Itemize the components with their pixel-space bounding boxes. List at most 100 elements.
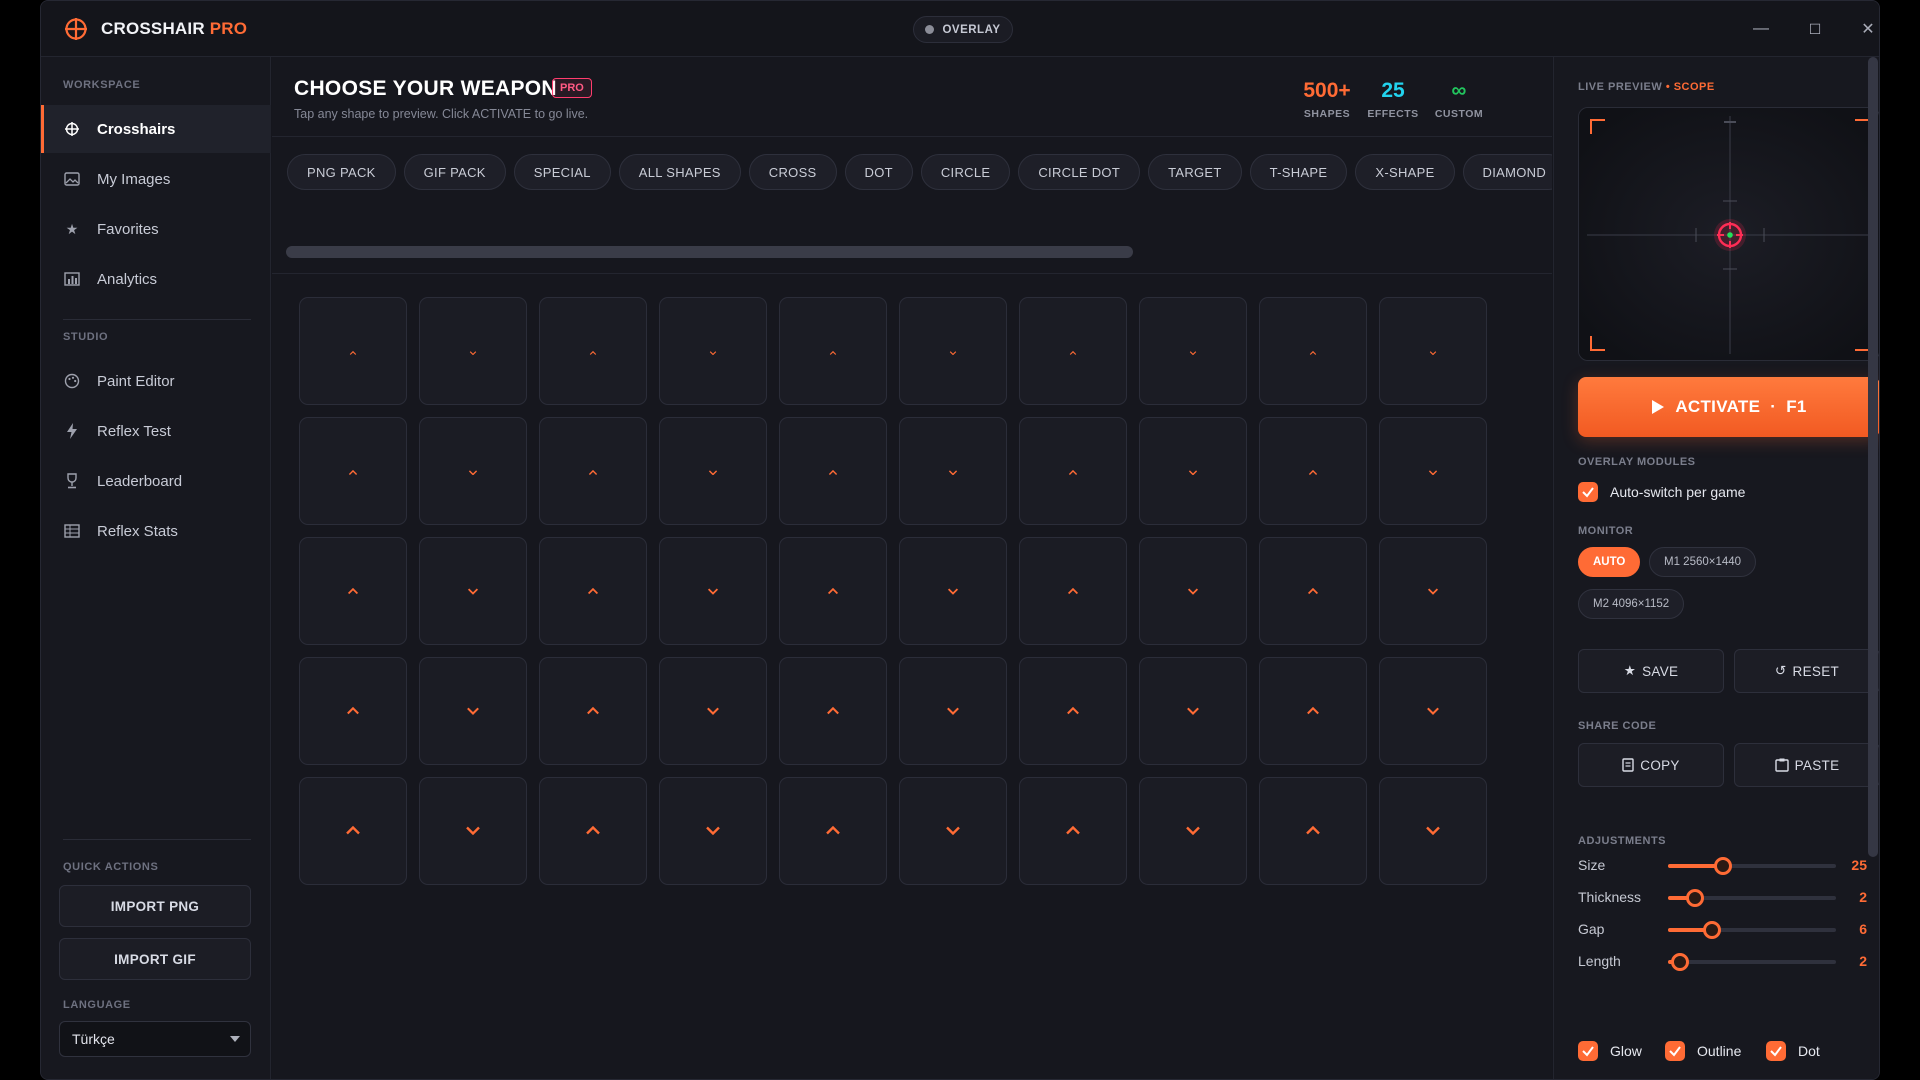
slider-track[interactable] [1668,857,1836,875]
shape-tile[interactable] [1379,417,1487,525]
shape-tile[interactable] [539,297,647,405]
category-tab[interactable]: CIRCLE DOT [1018,154,1141,190]
shape-tile[interactable] [1019,537,1127,645]
sidebar-item-reflex-test[interactable]: Reflex Test [41,407,271,455]
shape-tile[interactable] [659,417,767,525]
toggle-checkbox[interactable] [1766,1041,1786,1061]
category-tab[interactable]: ALL SHAPES [618,154,741,190]
shape-tile[interactable] [659,777,767,885]
activate-button[interactable]: ACTIVATE · F1 [1578,377,1879,437]
paste-button[interactable]: PASTE [1734,743,1879,787]
sidebar-item-leaderboard[interactable]: Leaderboard [41,457,271,505]
shape-tile[interactable] [659,297,767,405]
category-tab[interactable]: DOT [844,154,913,190]
import-png-button[interactable]: IMPORT PNG [59,885,251,927]
shape-tile[interactable] [779,657,887,765]
shape-tile[interactable] [1019,297,1127,405]
close-button[interactable]: ✕ [1854,15,1879,43]
shape-tile[interactable] [299,417,407,525]
shape-tile[interactable] [419,657,527,765]
shape-tile[interactable] [539,417,647,525]
category-tab[interactable]: CIRCLE [920,154,1011,190]
slider-track[interactable] [1668,889,1836,907]
sidebar-item-favorites[interactable]: ★ Favorites [41,205,271,253]
slider-thumb[interactable] [1714,857,1733,875]
monitor-auto-button[interactable]: AUTO [1578,547,1641,577]
shape-tile[interactable] [539,777,647,885]
shape-tile[interactable] [779,417,887,525]
shape-tile[interactable] [1379,657,1487,765]
tabs-scrollbar[interactable] [286,246,1133,258]
shape-tile[interactable] [899,777,1007,885]
shape-tile[interactable] [1379,537,1487,645]
category-tab[interactable]: CROSS [748,154,837,190]
toggle-checkbox[interactable] [1665,1041,1685,1061]
category-tab[interactable]: T-SHAPE [1249,154,1348,190]
shape-tile[interactable] [779,777,887,885]
maximize-button[interactable]: ☐ [1801,15,1829,43]
shape-tile[interactable] [1379,777,1487,885]
monitor-m1-button[interactable]: M1 2560×1440 [1649,547,1757,577]
slider-track[interactable] [1668,953,1836,971]
shape-tile[interactable] [899,657,1007,765]
shape-tile[interactable] [419,537,527,645]
category-tab[interactable]: X-SHAPE [1355,154,1455,190]
shape-tile[interactable] [899,297,1007,405]
slider-thumb[interactable] [1702,921,1721,939]
sidebar-item-crosshairs[interactable]: Crosshairs [41,105,271,153]
sidebar-item-reflex-stats[interactable]: Reflex Stats [41,507,271,555]
shape-tile[interactable] [299,657,407,765]
shape-tile[interactable] [1139,417,1247,525]
shape-tile[interactable] [1139,537,1247,645]
shape-tile[interactable] [1379,297,1487,405]
shape-tile[interactable] [1259,537,1367,645]
shape-tile[interactable] [659,537,767,645]
shape-tile[interactable] [539,537,647,645]
shape-tile[interactable] [1019,657,1127,765]
shape-tile[interactable] [1139,777,1247,885]
sidebar-item-analytics[interactable]: Analytics [41,255,271,303]
shape-tile[interactable] [1139,297,1247,405]
reset-label: RESET [1792,663,1840,679]
shape-tile[interactable] [419,297,527,405]
shape-tile[interactable] [299,537,407,645]
shape-tile[interactable] [899,417,1007,525]
category-tab[interactable]: TARGET [1148,154,1242,190]
toggle-checkbox[interactable] [1578,1041,1598,1061]
copy-button[interactable]: COPY [1578,743,1724,787]
save-button[interactable]: ★ SAVE [1578,649,1724,693]
shape-tile[interactable] [1259,657,1367,765]
import-gif-button[interactable]: IMPORT GIF [59,938,251,980]
shape-tile[interactable] [1259,297,1367,405]
category-tab[interactable]: PNG PACK [287,154,396,190]
auto-switch-checkbox[interactable] [1578,482,1598,502]
shape-tile[interactable] [1139,657,1247,765]
shape-tile[interactable] [1019,417,1127,525]
shape-tile[interactable] [1259,777,1367,885]
minimize-button[interactable]: — [1747,15,1775,43]
category-tab[interactable]: GIF PACK [403,154,506,190]
shape-tile[interactable] [1019,777,1127,885]
slider-thumb[interactable] [1685,889,1704,907]
language-select[interactable]: Türkçe [59,1021,251,1057]
shape-tile[interactable] [899,537,1007,645]
shape-tile[interactable] [419,777,527,885]
monitor-m2-button[interactable]: M2 4096×1152 [1578,589,1685,619]
category-tab[interactable]: SPECIAL [513,154,611,190]
sidebar-item-paint-editor[interactable]: Paint Editor [41,357,271,405]
reset-button[interactable]: ↺ RESET [1734,649,1879,693]
slider-thumb[interactable] [1670,953,1689,971]
overlay-toggle[interactable]: OVERLAY [913,16,1013,43]
category-tab[interactable]: DIAMOND [1462,154,1552,190]
shape-tile[interactable] [299,297,407,405]
panel-scrollbar[interactable] [1868,57,1878,857]
shape-tile[interactable] [419,417,527,525]
shape-tile[interactable] [1259,417,1367,525]
slider-track[interactable] [1668,921,1836,939]
shape-tile[interactable] [779,297,887,405]
shape-tile[interactable] [659,657,767,765]
shape-tile[interactable] [539,657,647,765]
shape-tile[interactable] [779,537,887,645]
sidebar-item-my-images[interactable]: My Images [41,155,271,203]
shape-tile[interactable] [299,777,407,885]
